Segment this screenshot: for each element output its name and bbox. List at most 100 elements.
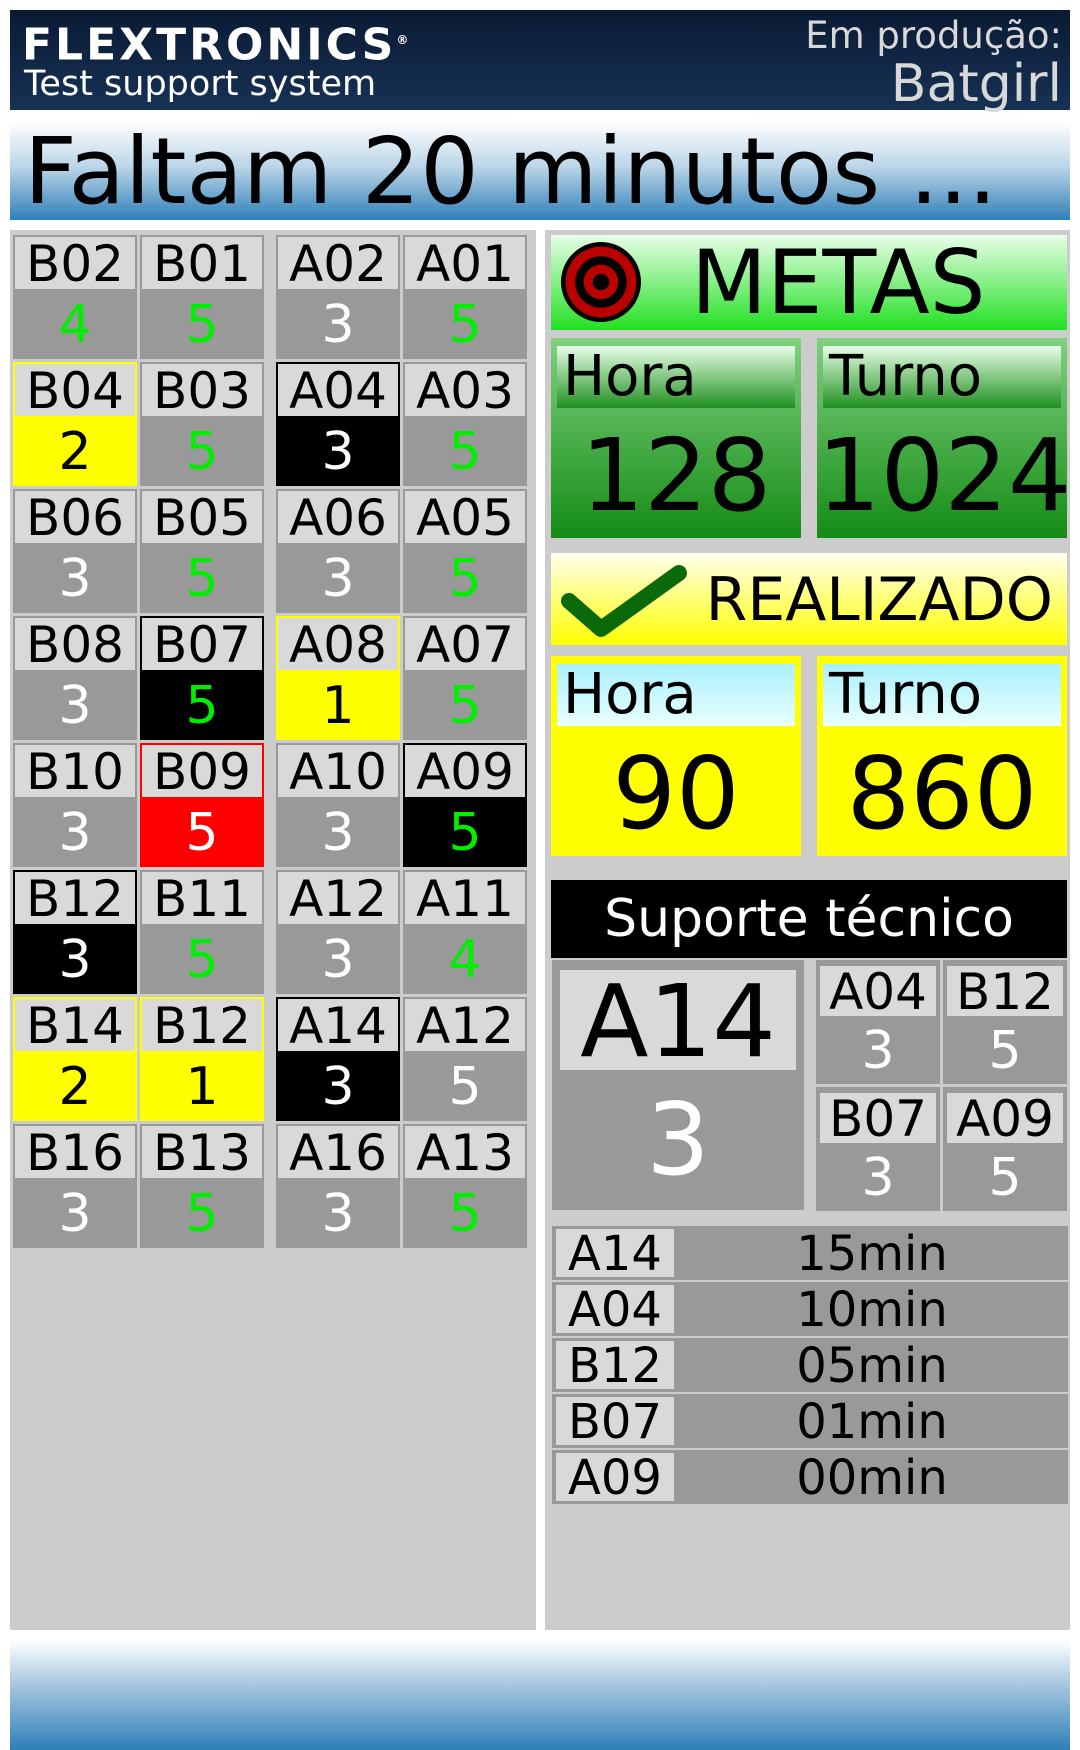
- station-cell[interactable]: A13 5: [403, 1124, 527, 1248]
- station-cell[interactable]: B11 5: [140, 870, 264, 994]
- suporte-cell-label: B12: [947, 966, 1063, 1018]
- realizado-title: REALIZADO: [705, 565, 1053, 635]
- metas-turno-label: Turno: [823, 346, 1061, 408]
- station-count: 5: [448, 676, 482, 736]
- suporte-cell-value: 5: [988, 1021, 1022, 1081]
- station-cell[interactable]: B10 3: [13, 743, 137, 867]
- station-count: 4: [58, 295, 92, 355]
- support-station-id: B07: [556, 1397, 674, 1447]
- station-label: B08: [15, 618, 135, 672]
- station-cell[interactable]: A07 5: [403, 616, 527, 740]
- metas-turno-box: Turno 1024: [817, 338, 1072, 538]
- support-elapsed-time: 01min: [796, 1394, 948, 1450]
- metas-hora-box: Hora 128: [551, 338, 801, 538]
- station-count: 3: [321, 1057, 355, 1117]
- station-cell[interactable]: A14 3: [276, 997, 400, 1121]
- suporte-main-value: 3: [646, 1081, 710, 1198]
- station-count: 1: [321, 676, 355, 736]
- realizado-turno-value: 860: [846, 735, 1038, 852]
- station-cell[interactable]: A03 5: [403, 362, 527, 486]
- station-count: 5: [185, 803, 219, 863]
- brand-name: FLEXTRONICS: [22, 19, 397, 71]
- station-count: 3: [321, 295, 355, 355]
- station-label: B16: [15, 1126, 135, 1180]
- station-cell[interactable]: B12 3: [13, 870, 137, 994]
- station-count: 5: [185, 422, 219, 482]
- support-station-id: B12: [556, 1341, 674, 1391]
- brand-logo: FLEXTRONICS®: [22, 18, 408, 68]
- station-cell[interactable]: B05 5: [140, 489, 264, 613]
- station-cell[interactable]: A02 3: [276, 235, 400, 359]
- station-cell[interactable]: B03 5: [140, 362, 264, 486]
- support-elapsed-time: 05min: [796, 1338, 948, 1394]
- station-count: 1: [185, 1057, 219, 1117]
- production-label: Em produção:: [805, 14, 1062, 57]
- station-label: A09: [405, 745, 525, 799]
- station-count: 5: [185, 549, 219, 609]
- station-cell[interactable]: A10 3: [276, 743, 400, 867]
- app-subtitle: Test support system: [24, 64, 377, 104]
- station-cell[interactable]: A05 5: [403, 489, 527, 613]
- metas-header: METAS: [551, 235, 1067, 330]
- station-cell[interactable]: A16 3: [276, 1124, 400, 1248]
- station-cell[interactable]: B09 5: [140, 743, 264, 867]
- suporte-cell[interactable]: B12 5: [943, 960, 1067, 1084]
- station-cell[interactable]: A11 4: [403, 870, 527, 994]
- station-cell[interactable]: A06 3: [276, 489, 400, 613]
- suporte-cell[interactable]: A04 3: [816, 960, 940, 1084]
- station-label: B01: [142, 237, 262, 291]
- station-count: 3: [58, 1184, 92, 1244]
- check-icon: [561, 565, 687, 637]
- station-cell[interactable]: B14 2: [13, 997, 137, 1121]
- realizado-hora-value: 90: [612, 735, 740, 852]
- station-cell[interactable]: B13 5: [140, 1124, 264, 1248]
- registered-mark: ®: [396, 33, 409, 47]
- suporte-main-cell[interactable]: A14 3: [552, 960, 804, 1210]
- station-label: B04: [15, 364, 135, 418]
- suporte-cell[interactable]: B07 3: [816, 1087, 940, 1211]
- station-label: B03: [142, 364, 262, 418]
- metas-title: METAS: [691, 231, 986, 334]
- station-cell[interactable]: B06 3: [13, 489, 137, 613]
- station-cell[interactable]: B01 5: [140, 235, 264, 359]
- station-cell[interactable]: A12 5: [403, 997, 527, 1121]
- station-label: B13: [142, 1126, 262, 1180]
- suporte-title: Suporte técnico: [551, 880, 1067, 958]
- station-count: 5: [185, 1184, 219, 1244]
- station-count: 2: [58, 1057, 92, 1117]
- station-cell[interactable]: B16 3: [13, 1124, 137, 1248]
- station-label: A12: [405, 999, 525, 1053]
- station-cell[interactable]: A08 1: [276, 616, 400, 740]
- station-cell[interactable]: B08 3: [13, 616, 137, 740]
- station-count: 3: [321, 930, 355, 990]
- station-label: B10: [15, 745, 135, 799]
- realizado-turno-box: Turno 860: [817, 656, 1067, 856]
- suporte-cell-value: 3: [861, 1148, 895, 1208]
- support-time-row: B07 01min: [552, 1394, 1068, 1450]
- station-count: 5: [448, 549, 482, 609]
- station-cell[interactable]: A01 5: [403, 235, 527, 359]
- station-cell[interactable]: B02 4: [13, 235, 137, 359]
- station-cell[interactable]: B04 2: [13, 362, 137, 486]
- metas-hora-label: Hora: [557, 346, 795, 408]
- suporte-cell-label: A04: [820, 966, 936, 1018]
- station-cell[interactable]: A09 5: [403, 743, 527, 867]
- suporte-cell[interactable]: A09 5: [943, 1087, 1067, 1211]
- station-cell[interactable]: A12 3: [276, 870, 400, 994]
- realizado-header: REALIZADO: [551, 553, 1067, 645]
- station-count: 3: [321, 549, 355, 609]
- suporte-main-label: A14: [560, 970, 796, 1074]
- station-label: B12: [142, 999, 262, 1053]
- station-cell[interactable]: B12 1: [140, 997, 264, 1121]
- support-time-row: A14 15min: [552, 1226, 1068, 1282]
- station-label: A08: [278, 618, 398, 672]
- target-icon: [561, 242, 641, 322]
- station-count: 5: [448, 295, 482, 355]
- support-time-row: A09 00min: [552, 1450, 1068, 1506]
- station-cell[interactable]: A04 3: [276, 362, 400, 486]
- station-label: B14: [15, 999, 135, 1053]
- suporte-cell-label: B07: [820, 1093, 936, 1145]
- station-label: B09: [142, 745, 262, 799]
- support-station-id: A04: [556, 1285, 674, 1335]
- station-cell[interactable]: B07 5: [140, 616, 264, 740]
